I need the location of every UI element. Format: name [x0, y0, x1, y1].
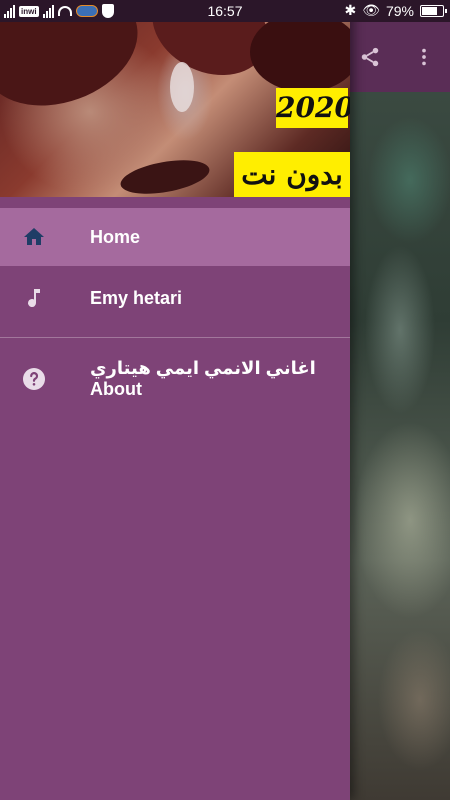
year-label: 2020 — [276, 88, 350, 128]
nav-item-emy-hetari[interactable]: Emy hetari — [0, 269, 350, 327]
battery-icon — [420, 4, 447, 17]
more-options-button[interactable] — [402, 22, 446, 92]
bluetooth-icon: ✱ — [344, 2, 357, 18]
divider — [0, 337, 350, 338]
drawer-header-image: 2020 بدون نت — [0, 22, 350, 197]
navigation-drawer: 2020 بدون نت Home Emy hetari اغاني الانم… — [0, 0, 350, 800]
nav-item-label: اغاني الانمي ايمي هيتاري About — [90, 358, 316, 399]
share-button[interactable] — [348, 22, 392, 92]
battery-percent: 79% — [385, 2, 414, 19]
more-vert-icon — [422, 48, 426, 66]
nav-item-about[interactable]: اغاني الانمي ايمي هيتاري About — [0, 350, 350, 408]
music-note-icon — [22, 286, 46, 310]
nav-item-home[interactable]: Home — [0, 208, 350, 266]
share-icon — [361, 47, 379, 67]
nav-item-label: Home — [90, 226, 141, 247]
offline-label: بدون نت — [234, 152, 350, 197]
nav-item-label: Emy hetari — [90, 287, 183, 308]
home-icon — [22, 225, 46, 249]
eye-icon: 👁 — [362, 2, 380, 18]
status-bar: inwi 16:57 ✱ 👁 79% — [0, 0, 450, 22]
help-icon — [22, 367, 46, 391]
